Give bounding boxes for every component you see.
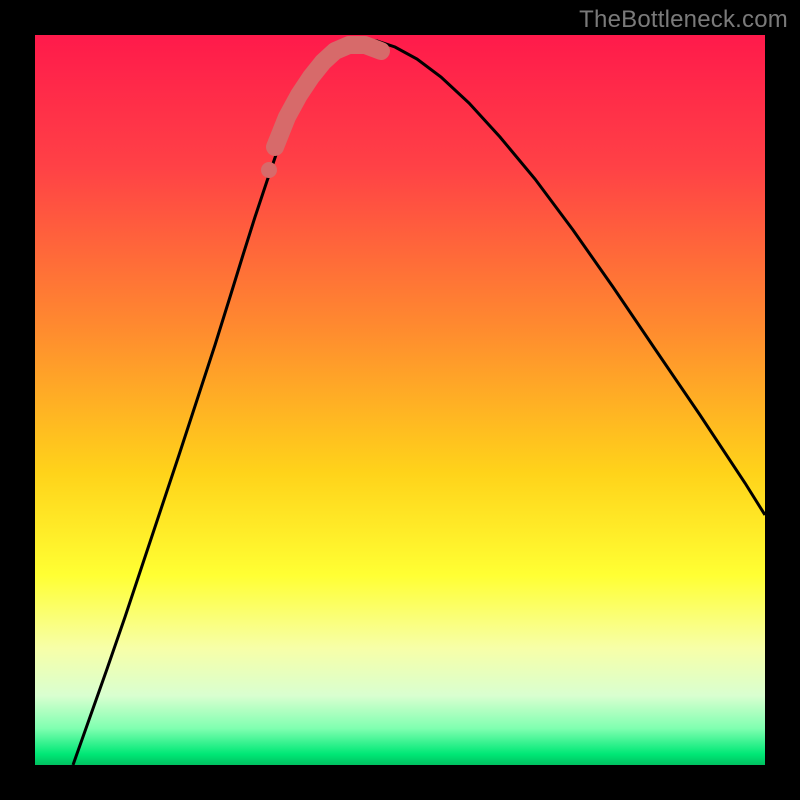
chart-svg bbox=[35, 35, 765, 765]
highlight-dot bbox=[261, 162, 277, 178]
plot-area bbox=[35, 35, 765, 765]
gradient-background bbox=[35, 35, 765, 765]
chart-frame: TheBottleneck.com bbox=[0, 0, 800, 800]
watermark-text: TheBottleneck.com bbox=[579, 6, 788, 34]
